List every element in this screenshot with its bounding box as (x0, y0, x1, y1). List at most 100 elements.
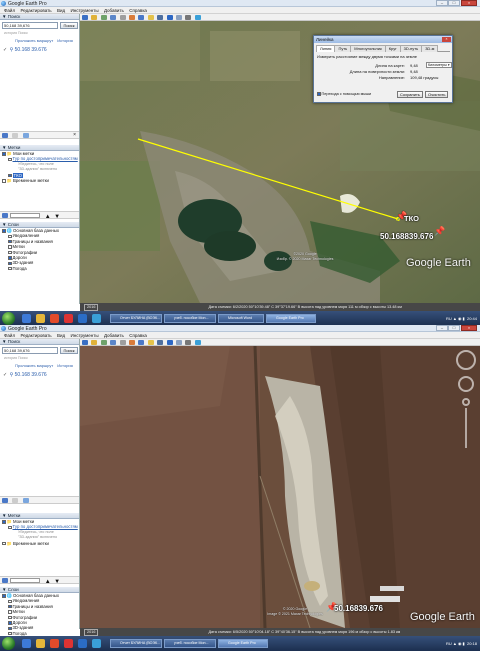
tree-item-temp[interactable]: 📁 Временные метки (2, 178, 79, 183)
menu-tools[interactable]: Инструменты (71, 7, 99, 14)
satellite-map[interactable]: 📌 50.16839.676 © 2020 Google Image © 202… (80, 346, 480, 628)
panel-icon[interactable] (12, 498, 19, 503)
print-toolbar-icon[interactable] (185, 340, 192, 345)
ie-icon[interactable] (22, 639, 31, 648)
planets-icon[interactable] (157, 340, 164, 345)
route-link[interactable]: Проложить маршрут (15, 363, 53, 368)
history-link[interactable]: История (57, 38, 73, 43)
tab-3d-path[interactable]: 3D-путь (399, 45, 423, 52)
search-result[interactable]: ✓ ⚲ 50.168 39.676 (0, 47, 79, 53)
pan-control[interactable] (458, 376, 474, 392)
history-icon[interactable] (138, 15, 145, 20)
menu-view[interactable]: Вид (57, 332, 65, 339)
start-button[interactable] (2, 312, 15, 325)
tree-item-temp[interactable]: 📁 Временные метки (2, 541, 79, 546)
tour-icon[interactable] (128, 340, 135, 345)
menu-edit[interactable]: Редактировать (20, 332, 51, 339)
polygon-icon[interactable] (100, 15, 107, 20)
tour-icon[interactable] (128, 15, 135, 20)
tab-polygon[interactable]: Многоугольник (350, 45, 386, 52)
taskbar-window-active[interactable]: Google Earth Pro (266, 314, 316, 323)
save-button[interactable]: Сохранить (397, 91, 423, 98)
dialog-close-button[interactable]: × (442, 37, 451, 42)
copy-icon[interactable] (2, 133, 8, 138)
search-history-link[interactable]: история Поиск (0, 356, 79, 360)
search-panel-header[interactable]: ▼ Поиск (0, 339, 79, 345)
historical-year-badge[interactable]: 2016 (84, 629, 99, 636)
overlay-icon[interactable] (119, 340, 126, 345)
minimize-button[interactable]: – (436, 0, 448, 6)
close-button[interactable]: × (461, 325, 477, 331)
map-view-icon[interactable] (194, 15, 201, 20)
opera-icon[interactable] (64, 639, 73, 648)
route-link[interactable]: Проложить маршрут (15, 38, 53, 43)
email-icon[interactable] (175, 340, 182, 345)
mouse-navigation-checkbox[interactable]: Перехода с помощью мыши (317, 92, 371, 96)
taskbar-window-active[interactable]: Google Earth Pro (218, 639, 268, 648)
word-app-icon[interactable] (78, 639, 87, 648)
explorer-icon[interactable] (36, 314, 45, 323)
up-arrow-icon[interactable]: ▲ (45, 214, 51, 220)
menu-help[interactable]: Справка (129, 332, 147, 339)
path-icon[interactable] (110, 340, 117, 345)
ruler-icon[interactable] (166, 340, 173, 345)
path-icon[interactable] (110, 15, 117, 20)
search-panel-header[interactable]: ▼ Поиск (0, 14, 79, 20)
email-icon[interactable] (175, 15, 182, 20)
clear-button[interactable]: Очистить (425, 91, 449, 98)
earth-app-icon[interactable] (92, 639, 101, 648)
search-button[interactable]: Поиск (60, 22, 78, 29)
down-arrow-icon[interactable]: ▼ (54, 214, 60, 220)
tab-line[interactable]: Линия (316, 45, 336, 52)
menu-file[interactable]: Файл (4, 7, 15, 14)
result-pin-icon[interactable]: 📌 (434, 226, 445, 237)
copy-icon[interactable] (2, 498, 8, 503)
minimize-button[interactable]: – (436, 325, 448, 331)
maximize-button[interactable]: □ (448, 0, 460, 6)
menu-help[interactable]: Справка (129, 7, 147, 14)
sidebar-toggle-icon[interactable] (82, 340, 88, 345)
down-arrow-icon[interactable]: ▼ (54, 579, 60, 585)
menu-tools[interactable]: Инструменты (71, 332, 99, 339)
tab-circle[interactable]: Круг (384, 45, 401, 52)
history-icon[interactable] (138, 340, 145, 345)
taskbar-window[interactable]: учеб. пособие Мон... (164, 314, 216, 323)
search-button[interactable]: Поиск (60, 347, 78, 354)
taskbar-window[interactable]: Отчет БУЛИНА (ВОЭК... (110, 639, 162, 648)
close-icon[interactable]: × (73, 132, 76, 138)
placemark-icon[interactable] (91, 340, 98, 345)
menu-view[interactable]: Вид (57, 7, 65, 14)
search-places-icon[interactable] (2, 213, 8, 218)
search-history-link[interactable]: история Поиск (0, 31, 79, 35)
menu-add[interactable]: Добавить (104, 7, 124, 14)
layer-item[interactable]: Погода (2, 266, 79, 271)
close-button[interactable]: × (461, 0, 477, 6)
media-player-icon[interactable] (50, 639, 59, 648)
panel-icon[interactable] (12, 133, 19, 138)
historical-year-badge[interactable]: 2016 (84, 304, 99, 311)
explorer-icon[interactable] (36, 639, 45, 648)
search-input[interactable]: 50,168 39,676 (2, 22, 58, 29)
search-input[interactable]: 50,168 39,676 (2, 347, 58, 354)
polygon-icon[interactable] (100, 340, 107, 345)
search-places-icon[interactable] (2, 578, 8, 583)
sun-icon[interactable] (147, 15, 154, 20)
look-control[interactable] (462, 398, 470, 406)
print-toolbar-icon[interactable] (185, 15, 192, 20)
opera-icon[interactable] (64, 314, 73, 323)
taskbar-window[interactable]: Microsoft Word (218, 314, 264, 323)
zoom-slider[interactable] (465, 408, 467, 448)
tab-3d-polygon[interactable]: 3D-м (421, 45, 439, 52)
unit-select[interactable]: Километры ▾ (426, 62, 452, 68)
search-result[interactable]: ✓ ⚲ 50.168 39.676 (0, 372, 79, 378)
menu-file[interactable]: Файл (4, 332, 15, 339)
taskbar-window[interactable]: Отчет БУЛИНА (ВОЭК... (110, 314, 162, 323)
print-icon[interactable] (22, 133, 29, 138)
ie-icon[interactable] (22, 314, 31, 323)
planets-icon[interactable] (157, 15, 164, 20)
word-app-icon[interactable] (78, 314, 87, 323)
print-icon[interactable] (22, 498, 29, 503)
tab-path[interactable]: Путь (334, 45, 352, 52)
up-arrow-icon[interactable]: ▲ (45, 579, 51, 585)
ruler-icon[interactable] (166, 15, 173, 20)
